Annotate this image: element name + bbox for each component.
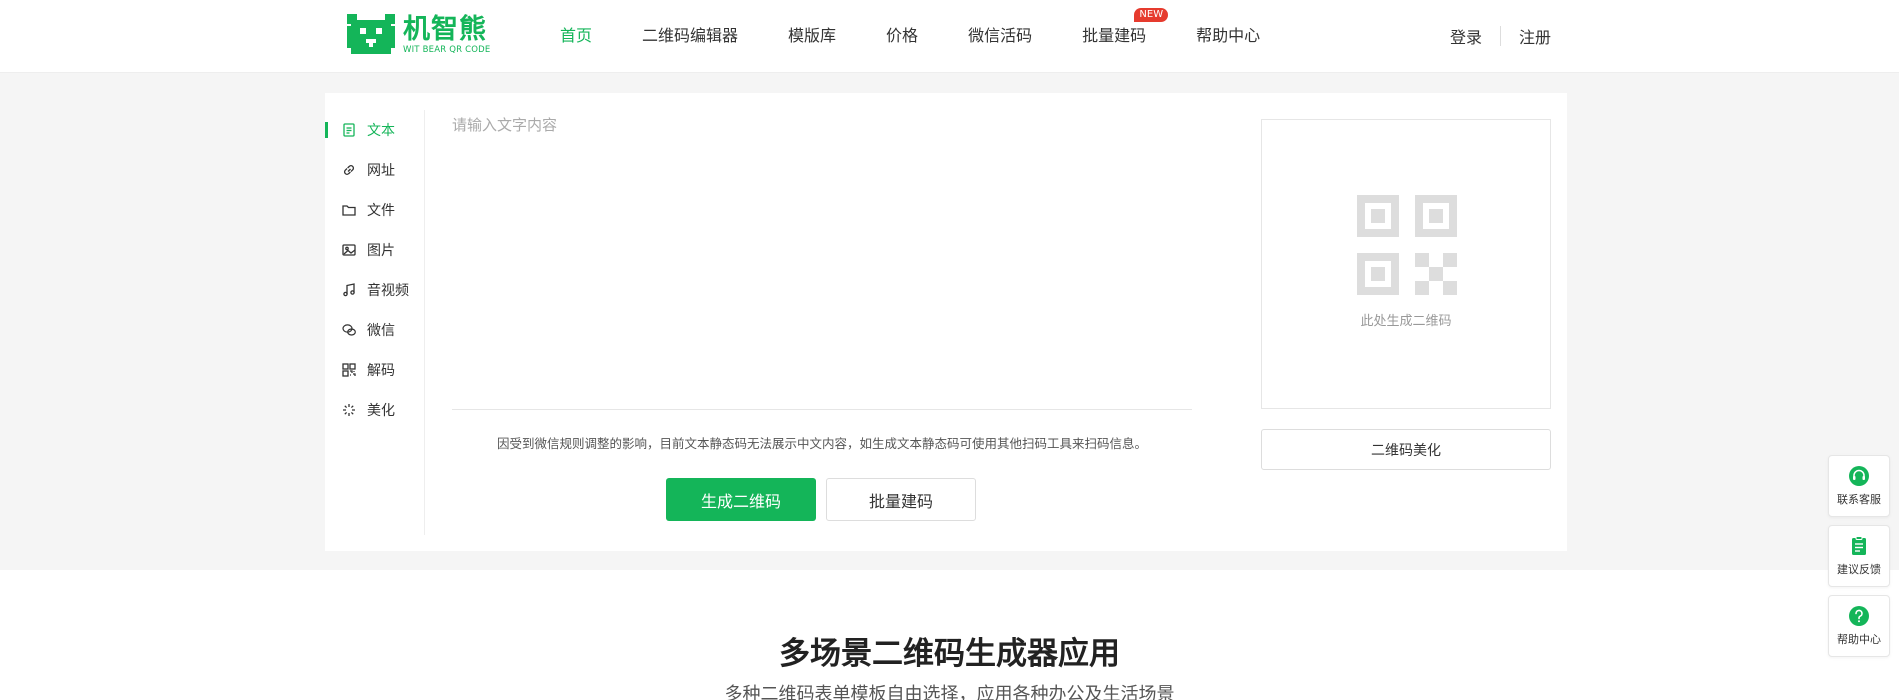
nav-batch-create-label: 批量建码	[1082, 26, 1147, 45]
generate-qr-button[interactable]: 生成二维码	[666, 478, 816, 521]
sidebar-item-decode[interactable]: 解码	[325, 350, 424, 390]
sidebar-item-text[interactable]: 文本	[325, 110, 424, 150]
sidebar-item-beautify[interactable]: 美化	[325, 390, 424, 430]
sidebar-item-label: 解码	[367, 363, 395, 379]
section-subtitle: 多种二维码表单模板自由选择，应用各种办公及生活场景	[724, 684, 1175, 700]
type-sidebar: 文本 网址 文件 图片 音视频 微信 解码 美化	[325, 110, 425, 535]
new-badge: NEW	[1134, 8, 1169, 22]
sidebar-item-label: 网址	[367, 163, 395, 179]
folder-icon	[341, 202, 357, 218]
qr-preview-hint: 此处生成二维码	[1360, 314, 1452, 329]
nav-wechat-live-code[interactable]: 微信活码	[968, 0, 1032, 72]
logo-subtitle: WIT BEAR QR CODE	[403, 45, 491, 55]
float-label: 联系客服	[1837, 493, 1881, 506]
nav-help-center[interactable]: 帮助中心	[1196, 0, 1260, 72]
link-icon	[341, 162, 357, 178]
sidebar-item-audio-video[interactable]: 音视频	[325, 270, 424, 310]
login-link[interactable]: 登录	[1450, 24, 1482, 48]
sidebar-item-label: 图片	[367, 243, 395, 259]
contact-support-button[interactable]: 联系客服	[1828, 455, 1890, 517]
feedback-button[interactable]: 建议反馈	[1828, 525, 1890, 587]
qr-placeholder-icon	[1357, 195, 1457, 295]
qr-preview: 此处生成二维码	[1261, 119, 1551, 409]
sidebar-item-label: 美化	[367, 403, 395, 419]
sparkle-icon	[341, 402, 357, 418]
scan-icon	[341, 362, 357, 378]
document-icon	[341, 122, 357, 138]
nav-home[interactable]: 首页	[560, 0, 592, 72]
section-title: 多场景二维码生成器应用	[779, 636, 1120, 672]
batch-create-button[interactable]: 批量建码	[826, 478, 976, 521]
auth-links: 登录 注册	[1450, 24, 1551, 48]
main-nav: 首页 二维码编辑器 模版库 价格 微信活码 批量建码 NEW 帮助中心	[560, 0, 1310, 72]
sidebar-item-wechat[interactable]: 微信	[325, 310, 424, 350]
logo[interactable]: 机智熊 WIT BEAR QR CODE	[345, 12, 490, 58]
help-icon	[1849, 606, 1869, 626]
wechat-icon	[341, 322, 357, 338]
sidebar-item-label: 文件	[367, 203, 395, 219]
sidebar-item-url[interactable]: 网址	[325, 150, 424, 190]
qr-beautify-button[interactable]: 二维码美化	[1261, 429, 1551, 470]
bear-logo-icon	[347, 14, 395, 54]
sidebar-item-file[interactable]: 文件	[325, 190, 424, 230]
sidebar-item-label: 文本	[367, 123, 395, 139]
auth-divider	[1500, 26, 1502, 46]
wechat-notice: 因受到微信规则调整的影响，目前文本静态码无法展示中文内容，如生成文本静态码可使用…	[496, 436, 1147, 451]
sidebar-item-image[interactable]: 图片	[325, 230, 424, 270]
clipboard-icon	[1852, 536, 1866, 555]
nav-batch-create[interactable]: 批量建码 NEW	[1082, 0, 1169, 72]
nav-templates[interactable]: 模版库	[788, 0, 836, 72]
top-header: 机智熊 WIT BEAR QR CODE 首页 二维码编辑器 模版库 价格 微信…	[0, 0, 1899, 73]
float-label: 建议反馈	[1837, 563, 1881, 576]
music-icon	[341, 282, 357, 298]
nav-qr-editor[interactable]: 二维码编辑器	[642, 0, 738, 72]
logo-title: 机智熊	[403, 14, 487, 45]
text-content-input[interactable]	[452, 112, 1192, 410]
sidebar-item-label: 微信	[367, 323, 395, 339]
image-icon	[341, 242, 357, 258]
register-link[interactable]: 注册	[1519, 24, 1551, 48]
headset-icon	[1849, 466, 1869, 486]
nav-pricing[interactable]: 价格	[886, 0, 918, 72]
sidebar-item-label: 音视频	[367, 283, 409, 299]
